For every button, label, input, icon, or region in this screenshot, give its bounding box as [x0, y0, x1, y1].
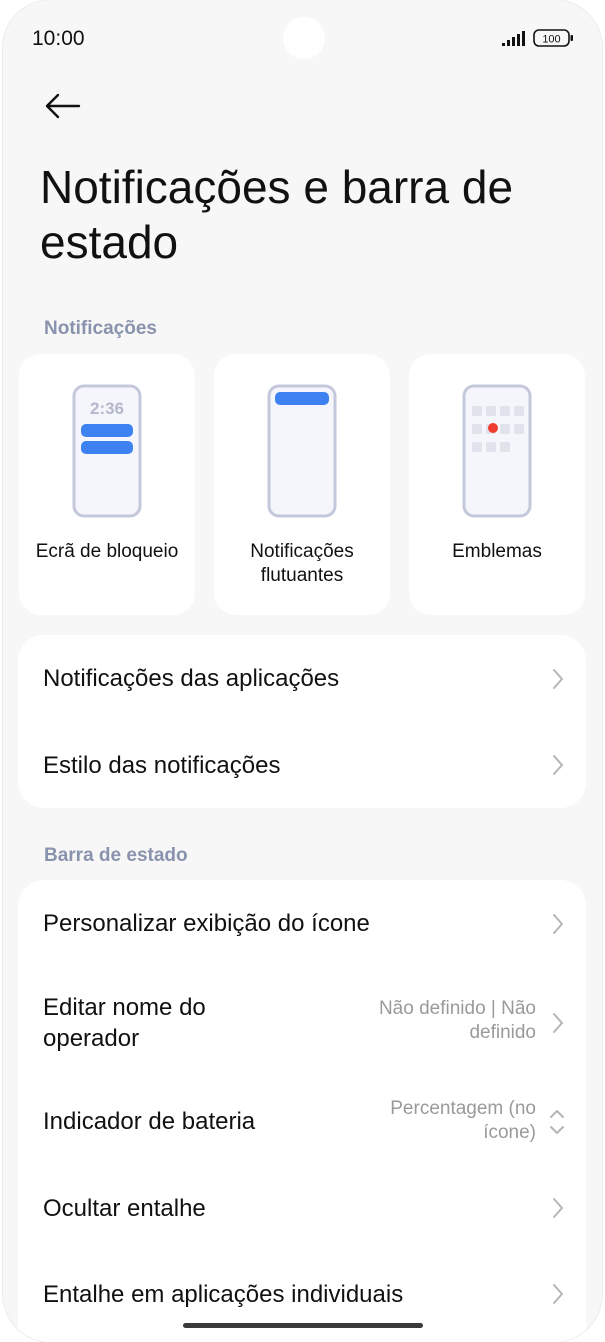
row-carrier-name[interactable]: Editar nome do operador Não definido | N… — [18, 967, 586, 1077]
chevron-right-icon — [553, 914, 563, 934]
row-label-notification-style: Estilo das notificações — [43, 752, 281, 779]
row-label-customize-icons: Personalizar exibição do ícone — [43, 910, 370, 937]
chevron-right-icon — [553, 1284, 563, 1304]
row-label-app-notifications: Notificações das aplicações — [43, 665, 340, 692]
row-customize-icons[interactable]: Personalizar exibição do ícone — [18, 880, 586, 967]
badges-phone-icon — [462, 384, 532, 518]
chevron-up-down-icon — [550, 1110, 564, 1134]
tile-label-lock-screen: Ecrã de bloqueio — [35, 541, 179, 562]
badge-dot-icon — [488, 423, 498, 433]
back-button[interactable] — [41, 88, 85, 124]
tile-lock-screen[interactable]: 2:36 Ecrã de bloqueio — [19, 354, 195, 615]
row-label-battery-indicator: Indicador de bateria — [43, 1108, 256, 1135]
phone-screen: 10:00 100 Notificações e barra de estado… — [3, 0, 602, 1342]
tile-label-badges: Emblemas — [452, 541, 542, 562]
lock-screen-phone-icon: 2:36 — [72, 384, 142, 518]
tile-badges[interactable]: Emblemas — [409, 354, 585, 615]
back-arrow-icon — [45, 93, 81, 119]
floating-notifications-phone-icon — [267, 384, 337, 518]
row-battery-indicator[interactable]: Indicador de bateria Percentagem (no íco… — [18, 1077, 586, 1168]
row-value-carrier-name: Não definido | Não definido — [378, 998, 536, 1043]
lock-screen-time: 2:36 — [90, 399, 124, 418]
signal-icon — [502, 31, 525, 46]
tile-label-floating-notifications: Notificações flutuantes — [250, 541, 354, 586]
row-label-notch-per-app: Entalhe em aplicações individuais — [43, 1281, 404, 1308]
row-label-hide-notch: Ocultar entalhe — [43, 1195, 206, 1222]
chevron-right-icon — [553, 755, 563, 775]
status-bar: 10:00 100 — [3, 0, 602, 80]
notifications-card: Notificações das aplicações Estilo das n… — [18, 635, 586, 808]
chevron-right-icon — [553, 669, 563, 689]
row-label-carrier-name: Editar nome do operador — [43, 994, 206, 1052]
chevron-right-icon — [553, 1198, 563, 1218]
row-hide-notch[interactable]: Ocultar entalhe — [18, 1168, 586, 1255]
section-header-notifications: Notificações — [44, 318, 157, 339]
status-time: 10:00 — [32, 27, 85, 50]
camera-cutout — [283, 17, 325, 59]
row-app-notifications[interactable]: Notificações das aplicações — [18, 635, 586, 722]
battery-icon: 100 — [533, 29, 573, 47]
battery-level: 100 — [542, 34, 560, 46]
page-title: Notificações e barra de estado — [40, 161, 514, 268]
tile-floating-notifications[interactable]: Notificações flutuantes — [214, 354, 390, 615]
home-indicator[interactable] — [183, 1323, 423, 1328]
row-notch-per-app[interactable]: Entalhe em aplicações individuais — [18, 1255, 586, 1342]
section-header-status-bar: Barra de estado — [44, 845, 188, 866]
chevron-right-icon — [553, 1013, 563, 1033]
row-notification-style[interactable]: Estilo das notificações — [18, 722, 586, 808]
status-bar-card: Personalizar exibição do ícone Editar no… — [18, 880, 586, 1342]
row-value-battery-indicator: Percentagem (no ícone) — [390, 1098, 536, 1143]
